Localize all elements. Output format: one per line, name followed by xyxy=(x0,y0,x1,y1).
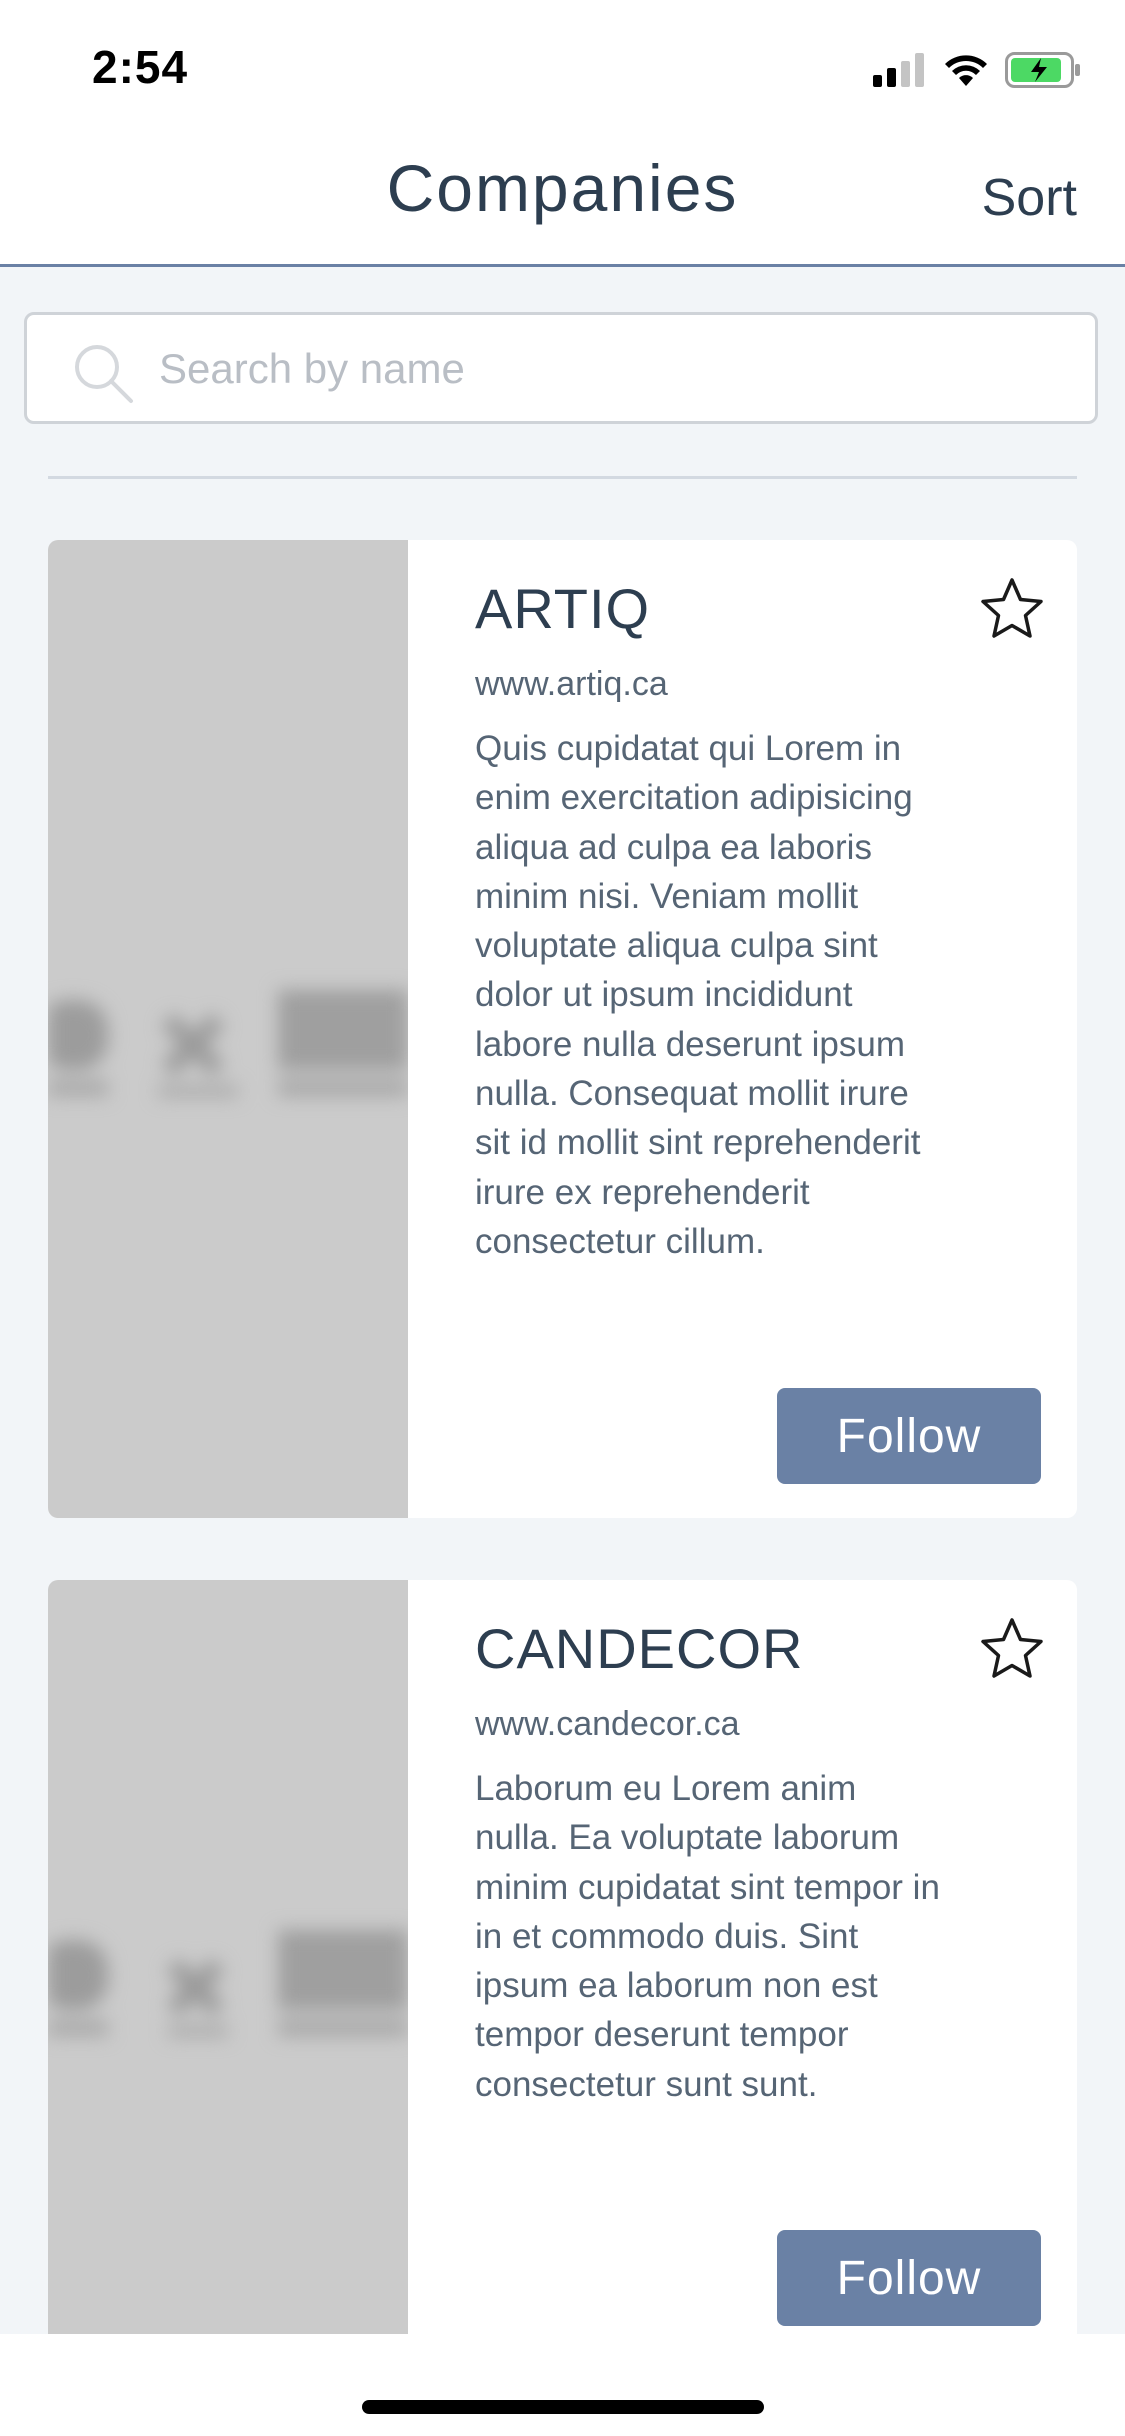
follow-button[interactable]: Follow xyxy=(777,1388,1041,1484)
follow-button[interactable]: Follow xyxy=(777,2230,1041,2326)
company-card[interactable]: CANDECOR www.candecor.ca Laborum eu Lore… xyxy=(48,1580,1077,2436)
status-icons xyxy=(873,50,1081,90)
battery-charging-icon xyxy=(1005,52,1080,88)
company-url[interactable]: www.candecor.ca xyxy=(475,1705,740,1744)
company-url[interactable]: www.artiq.ca xyxy=(475,665,668,704)
company-logo xyxy=(48,1580,408,2436)
nav-bar: Companies Sort xyxy=(0,130,1125,267)
company-card[interactable]: ARTIQ www.artiq.ca Quis cupidatat qui Lo… xyxy=(48,540,1077,1518)
status-bar: 2:54 xyxy=(0,0,1125,130)
status-time: 2:54 xyxy=(92,41,189,93)
company-name: CANDECOR xyxy=(475,1617,804,1680)
company-description: Quis cupidatat qui Lorem in enim exercit… xyxy=(475,729,921,1261)
sort-button[interactable]: Sort xyxy=(982,168,1077,228)
search-icon xyxy=(75,345,133,403)
company-name: ARTIQ xyxy=(475,577,651,640)
company-logo xyxy=(48,540,408,1518)
page-title: Companies xyxy=(386,151,739,225)
bottom-bar xyxy=(0,2334,1125,2436)
search-box[interactable] xyxy=(24,312,1098,424)
wifi-icon xyxy=(945,55,987,86)
search-input[interactable] xyxy=(157,315,1061,423)
star-outline-icon[interactable] xyxy=(979,1616,1045,1682)
home-indicator[interactable] xyxy=(362,2400,764,2414)
divider xyxy=(48,476,1077,479)
cellular-signal-icon xyxy=(873,53,924,87)
star-outline-icon[interactable] xyxy=(979,576,1045,642)
companies-screen: 2:54 Companies Sort Search by name ARTIQ… xyxy=(0,0,1125,2436)
company-description: Laborum eu Lorem anim nulla. Ea voluptat… xyxy=(475,1769,940,2104)
